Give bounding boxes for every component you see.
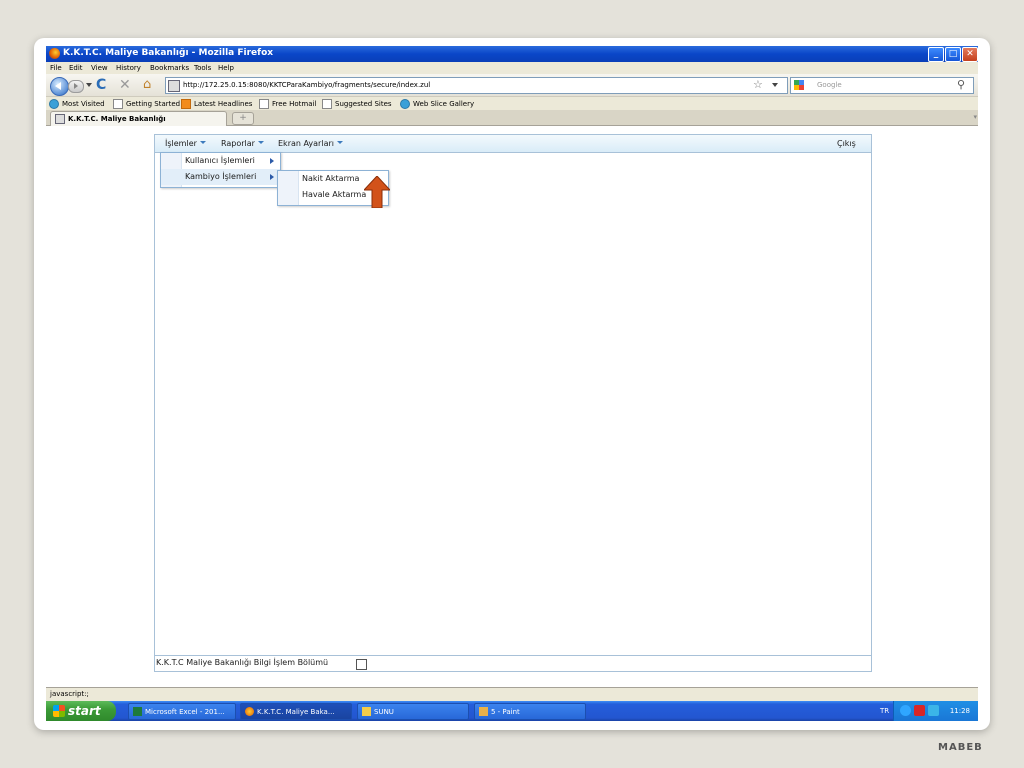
chevron-right-icon bbox=[270, 158, 274, 164]
new-tab-button[interactable]: + bbox=[232, 112, 254, 125]
tab-page-icon bbox=[55, 114, 65, 124]
tab-bar: K.K.T.C. Maliye Bakanlığı + ▾ bbox=[46, 110, 978, 126]
chevron-down-icon bbox=[336, 141, 343, 147]
maximize-button[interactable]: □ bbox=[945, 47, 961, 62]
network-icon[interactable] bbox=[900, 705, 911, 716]
windows-taskbar: start Microsoft Excel - 201... K.K.T.C. … bbox=[46, 701, 978, 721]
footer-text: K.K.T.C Maliye Bakanlığı Bilgi İşlem Böl… bbox=[156, 658, 329, 667]
app-panel: İşlemler Raporlar Ekran Ayarları Çıkış K… bbox=[154, 134, 872, 672]
menu-raporlar[interactable]: Raporlar bbox=[221, 139, 264, 148]
menu-history[interactable]: History bbox=[116, 64, 141, 72]
desktop-screen: K.K.T.C. Maliye Bakanlığı - Mozilla Fire… bbox=[46, 46, 978, 726]
tab-active[interactable]: K.K.T.C. Maliye Bakanlığı bbox=[50, 111, 227, 126]
task-excel[interactable]: Microsoft Excel - 201... bbox=[128, 703, 236, 720]
menu-view[interactable]: View bbox=[91, 64, 108, 72]
slide-frame: K.K.T.C. Maliye Bakanlığı - Mozilla Fire… bbox=[34, 38, 990, 730]
chevron-down-icon bbox=[199, 141, 206, 147]
chevron-down-icon bbox=[257, 141, 264, 147]
menu-ekran-ayarlari[interactable]: Ekran Ayarları bbox=[278, 139, 343, 148]
menu-file[interactable]: File bbox=[50, 64, 62, 72]
system-tray: TR 11:28 bbox=[880, 701, 978, 721]
bookmark-most-visited[interactable]: Most Visited bbox=[49, 99, 105, 109]
minimize-button[interactable]: _ bbox=[928, 47, 944, 62]
browser-menubar: File Edit View History Bookmarks Tools H… bbox=[46, 62, 978, 74]
window-title: K.K.T.C. Maliye Bakanlığı - Mozilla Fire… bbox=[63, 48, 274, 58]
close-button[interactable]: ✕ bbox=[962, 47, 978, 62]
reload-icon[interactable]: C bbox=[96, 77, 112, 93]
status-bar: javascript:; bbox=[46, 687, 978, 701]
app-footer: K.K.T.C Maliye Bakanlığı Bilgi İşlem Böl… bbox=[155, 655, 871, 671]
firefox-icon bbox=[245, 707, 254, 716]
bookmark-getting-started[interactable]: Getting Started bbox=[113, 99, 180, 109]
google-icon[interactable] bbox=[794, 80, 804, 90]
page-content: İşlemler Raporlar Ekran Ayarları Çıkış K… bbox=[46, 126, 978, 686]
page-icon bbox=[168, 80, 180, 92]
menu-item-kullanici-islemleri[interactable]: Kullanıcı İşlemleri bbox=[161, 153, 280, 169]
chevron-right-icon bbox=[270, 174, 274, 180]
bookmark-latest-headlines[interactable]: Latest Headlines bbox=[181, 99, 252, 109]
address-bar[interactable]: http://172.25.0.15:8080/KKTCParaKambiyo/… bbox=[165, 77, 788, 94]
antivirus-icon[interactable] bbox=[914, 705, 925, 716]
bookmarks-toolbar: Most Visited Getting Started Latest Head… bbox=[46, 97, 978, 110]
clock: 11:28 bbox=[949, 707, 970, 715]
home-icon[interactable]: ⌂ bbox=[143, 77, 159, 93]
paint-icon bbox=[479, 707, 488, 716]
forward-icon[interactable] bbox=[68, 80, 84, 93]
islemler-dropdown: Kullanıcı İşlemleri Kambiyo İşlemleri bbox=[160, 152, 281, 188]
brand-label: MABEB bbox=[938, 742, 983, 753]
menu-islemler[interactable]: İşlemler bbox=[165, 139, 206, 148]
history-dropdown-icon[interactable] bbox=[86, 83, 92, 90]
menu-help[interactable]: Help bbox=[218, 64, 234, 72]
firefox-icon bbox=[49, 48, 60, 59]
start-button[interactable]: start bbox=[46, 701, 116, 721]
menu-item-kambiyo-islemleri[interactable]: Kambiyo İşlemleri bbox=[161, 169, 280, 185]
bookmark-suggested-sites[interactable]: Suggested Sites bbox=[322, 99, 392, 109]
folder-icon bbox=[362, 707, 371, 716]
task-sunu-folder[interactable]: SUNU bbox=[357, 703, 469, 720]
footer-checkbox[interactable] bbox=[356, 659, 367, 670]
status-text: javascript:; bbox=[50, 690, 89, 698]
excel-icon bbox=[133, 707, 142, 716]
task-firefox[interactable]: K.K.T.C. Maliye Baka... bbox=[240, 703, 352, 720]
task-paint[interactable]: 5 - Paint bbox=[474, 703, 586, 720]
url-dropdown-icon[interactable] bbox=[772, 83, 778, 90]
navigation-toolbar: C ✕ ⌂ http://172.25.0.15:8080/KKTCParaKa… bbox=[46, 74, 978, 97]
bookmark-web-slice-gallery[interactable]: Web Slice Gallery bbox=[400, 99, 474, 109]
menu-tools[interactable]: Tools bbox=[194, 64, 211, 72]
search-bar[interactable]: Google ⚲ bbox=[790, 77, 974, 94]
menu-edit[interactable]: Edit bbox=[69, 64, 83, 72]
window-titlebar: K.K.T.C. Maliye Bakanlığı - Mozilla Fire… bbox=[46, 46, 978, 62]
url-text[interactable]: http://172.25.0.15:8080/KKTCParaKambiyo/… bbox=[183, 81, 430, 89]
menu-cikis[interactable]: Çıkış bbox=[837, 139, 856, 148]
magnifier-icon[interactable]: ⚲ bbox=[957, 78, 965, 91]
back-icon[interactable] bbox=[50, 77, 69, 96]
windows-flag-icon bbox=[53, 705, 65, 717]
menu-bookmarks[interactable]: Bookmarks bbox=[150, 64, 189, 72]
tray-icon[interactable] bbox=[928, 705, 939, 716]
tab-list-icon[interactable]: ▾ bbox=[973, 113, 977, 121]
annotation-arrow-icon bbox=[364, 176, 390, 208]
search-placeholder[interactable]: Google bbox=[817, 81, 842, 89]
tab-label: K.K.T.C. Maliye Bakanlığı bbox=[68, 115, 166, 123]
bookmark-free-hotmail[interactable]: Free Hotmail bbox=[259, 99, 316, 109]
language-indicator[interactable]: TR bbox=[880, 707, 889, 715]
star-icon[interactable]: ☆ bbox=[753, 78, 763, 91]
stop-icon[interactable]: ✕ bbox=[119, 77, 135, 93]
app-menubar: İşlemler Raporlar Ekran Ayarları Çıkış bbox=[155, 135, 871, 153]
